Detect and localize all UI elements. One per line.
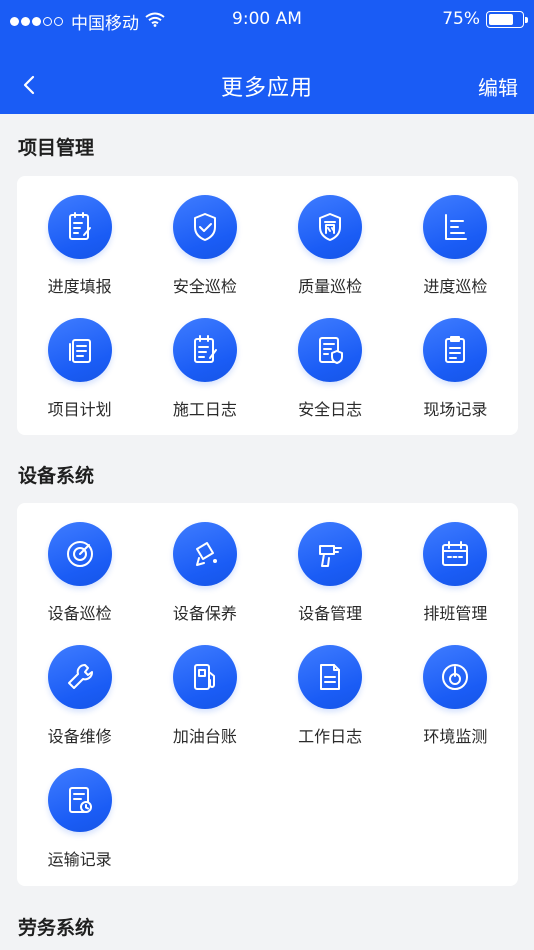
status-right: 75% bbox=[442, 9, 528, 29]
app-label: 安全巡检 bbox=[172, 277, 237, 296]
app-label: 排班管理 bbox=[423, 604, 488, 623]
app-item-fuel-pump[interactable]: 加油台账 bbox=[142, 626, 267, 749]
nav-bar: 更多应用 编辑 bbox=[0, 56, 534, 112]
section-title-project: 项目管理 bbox=[18, 137, 95, 159]
app-item-clipboard[interactable]: 现场记录 bbox=[393, 299, 518, 422]
app-header: 中国移动 9:00 AM 75% 更多应用 编辑 bbox=[0, 0, 534, 114]
wrench-icon bbox=[47, 645, 112, 709]
battery-icon bbox=[486, 10, 528, 28]
drill-icon bbox=[298, 522, 363, 586]
target-icon bbox=[47, 522, 112, 586]
app-label: 加油台账 bbox=[172, 727, 237, 746]
status-bar: 中国移动 9:00 AM 75% bbox=[0, 0, 534, 40]
app-item-calendar[interactable]: 排班管理 bbox=[393, 503, 518, 626]
app-item-shield-check[interactable]: 安全巡检 bbox=[142, 176, 267, 299]
app-item-documents[interactable]: 项目计划 bbox=[17, 299, 142, 422]
construction-log-icon bbox=[172, 318, 237, 382]
app-label: 现场记录 bbox=[423, 400, 488, 419]
clipboard-icon bbox=[423, 318, 488, 382]
app-item-gauge[interactable]: 环境监测 bbox=[393, 626, 518, 749]
app-item-target[interactable]: 设备巡检 bbox=[17, 503, 142, 626]
section-title-equipment: 设备系统 bbox=[18, 465, 95, 487]
progress-bars-icon bbox=[423, 195, 488, 259]
app-item-safety-log[interactable]: 安全日志 bbox=[268, 299, 393, 422]
app-item-transport-log[interactable]: 运输记录 bbox=[17, 749, 142, 872]
shield-check-icon bbox=[172, 195, 237, 259]
app-label: 设备管理 bbox=[298, 604, 363, 623]
section-title-labor: 劳务系统 bbox=[18, 917, 95, 939]
app-grid: 设备巡检 设备保养 设备管理 排班管理设备维修 加油台账 工作日志 环境监测运输记录 bbox=[17, 503, 518, 872]
page-title: 更多应用 bbox=[220, 76, 313, 101]
app-item-construction-log[interactable]: 施工日志 bbox=[142, 299, 267, 422]
app-item-quality-badge[interactable]: 质量巡检 bbox=[268, 176, 393, 299]
quality-badge-icon bbox=[298, 195, 363, 259]
app-item-progress-report[interactable]: 进度填报 bbox=[17, 176, 142, 299]
calendar-icon bbox=[423, 522, 488, 586]
app-label: 工作日志 bbox=[298, 727, 363, 746]
app-item-drill[interactable]: 设备管理 bbox=[268, 503, 393, 626]
progress-report-icon bbox=[47, 195, 112, 259]
battery-percent: 75% bbox=[442, 9, 480, 29]
app-label: 安全日志 bbox=[298, 400, 363, 419]
app-grid: 进度填报 安全巡检 质量巡检 进度巡检项目计划 施工日志 安全日志 现场记录 bbox=[17, 176, 518, 422]
app-label: 设备巡检 bbox=[47, 604, 112, 623]
gauge-icon bbox=[423, 645, 488, 709]
equipment-apps-card: 设备巡检 设备保养 设备管理 排班管理设备维修 加油台账 工作日志 环境监测运输记录 bbox=[17, 503, 518, 886]
app-item-progress-bars[interactable]: 进度巡检 bbox=[393, 176, 518, 299]
app-label: 质量巡检 bbox=[298, 277, 363, 296]
maintenance-icon bbox=[172, 522, 237, 586]
app-label: 设备保养 bbox=[172, 604, 237, 623]
app-label: 进度填报 bbox=[47, 277, 112, 296]
app-label: 运输记录 bbox=[47, 850, 112, 869]
app-item-work-log[interactable]: 工作日志 bbox=[268, 626, 393, 749]
documents-icon bbox=[47, 318, 112, 382]
project-apps-card: 进度填报 安全巡检 质量巡检 进度巡检项目计划 施工日志 安全日志 现场记录 bbox=[17, 176, 518, 435]
app-item-maintenance[interactable]: 设备保养 bbox=[142, 503, 267, 626]
edit-button[interactable]: 编辑 bbox=[478, 72, 518, 101]
app-label: 设备维修 bbox=[47, 727, 112, 746]
app-label: 环境监测 bbox=[423, 727, 488, 746]
fuel-pump-icon bbox=[172, 645, 237, 709]
transport-log-icon bbox=[47, 768, 112, 832]
safety-log-icon bbox=[298, 318, 363, 382]
app-label: 施工日志 bbox=[172, 400, 237, 419]
app-label: 进度巡检 bbox=[423, 277, 488, 296]
work-log-icon bbox=[298, 645, 363, 709]
app-label: 项目计划 bbox=[47, 400, 112, 419]
app-item-wrench[interactable]: 设备维修 bbox=[17, 626, 142, 749]
